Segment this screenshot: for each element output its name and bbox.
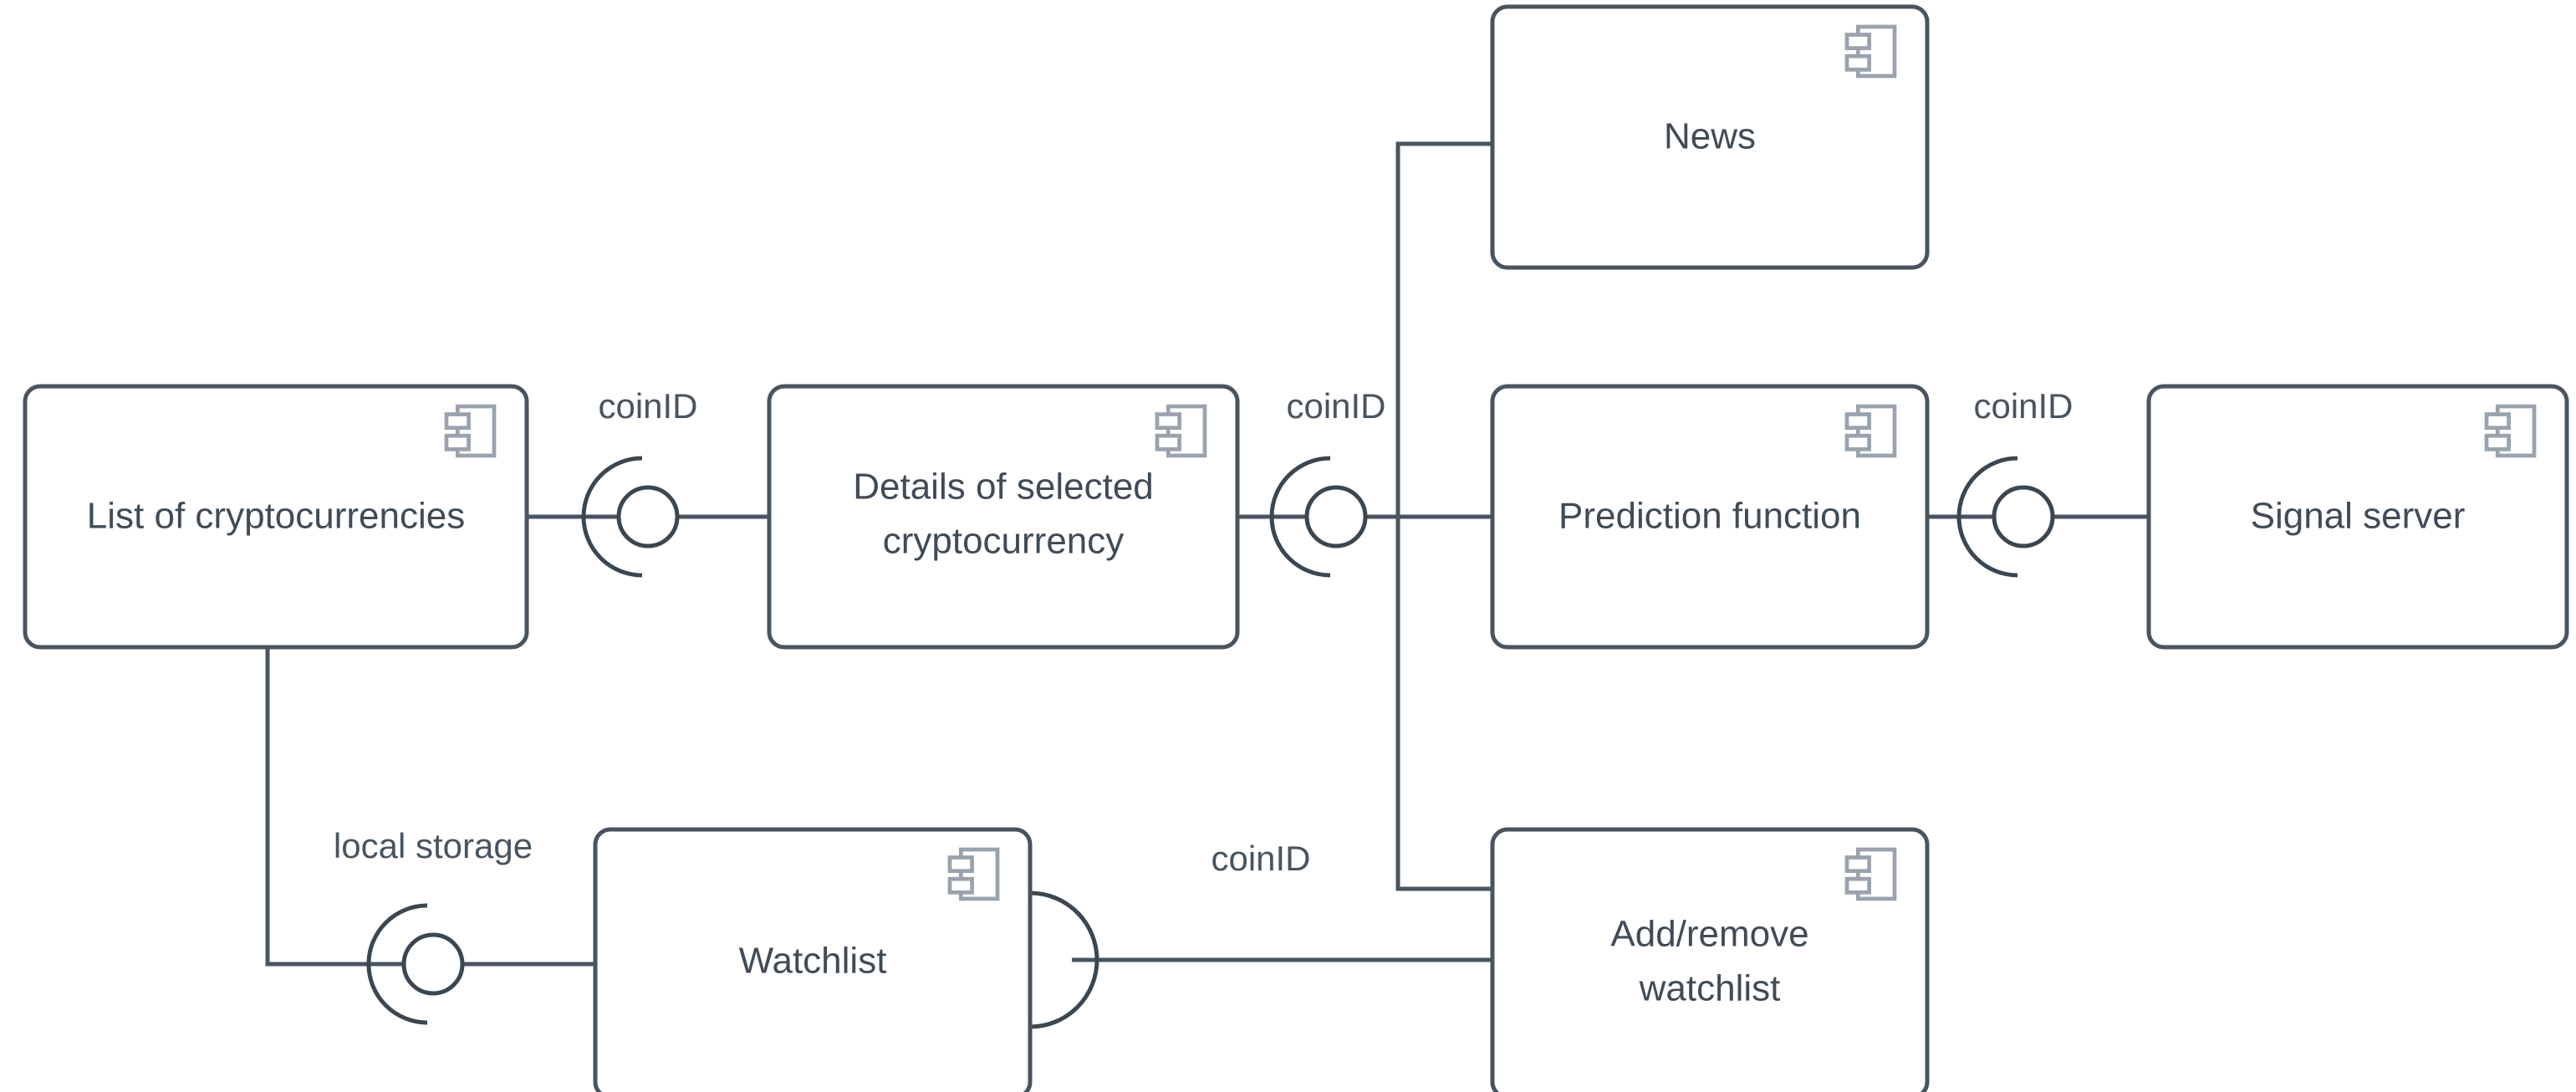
ball-icon (616, 485, 680, 549)
connection-trunk-to-news (1395, 141, 1492, 517)
component-label-line1: Add/remove (1610, 914, 1808, 955)
ball-icon (401, 932, 465, 996)
component-label: Prediction function (1558, 496, 1861, 537)
component-news[interactable]: News (1490, 4, 1930, 270)
component-add-remove-watchlist[interactable]: Add/remove watchlist (1490, 827, 1930, 1092)
component-label-line2: cryptocurrency (883, 521, 1125, 562)
connection-trunk-to-add-remove (1395, 517, 1492, 891)
interface-label-coinid-prediction-signal: coinID (1973, 386, 2073, 426)
diagram-canvas: List of cryptocurrencies Details of sele… (23, 4, 2569, 1092)
component-label: Watchlist (739, 941, 887, 982)
ball-icon (1992, 485, 2055, 549)
interface-label-coinid-list-details: coinID (598, 386, 697, 426)
interface-label-coinid-watchlist-addremove: coinID (1211, 839, 1310, 878)
interface-label-local-storage: local storage (334, 826, 533, 865)
component-signal-server[interactable]: Signal server (2146, 384, 2569, 650)
component-list-of-cryptocurrencies[interactable]: List of cryptocurrencies (23, 384, 529, 650)
interface-label-coinid-details-branch: coinID (1286, 386, 1385, 426)
component-prediction-function[interactable]: Prediction function (1490, 384, 1930, 650)
component-label-line1: Details of selected (853, 467, 1154, 508)
ball-icon (1304, 485, 1368, 549)
component-details-of-selected-cryptocurrency[interactable]: Details of selected cryptocurrency (767, 384, 1240, 650)
component-label: List of cryptocurrencies (87, 496, 465, 537)
uml-component-diagram: List of cryptocurrencies Details of sele… (0, 0, 2576, 1092)
component-label-line2: watchlist (1639, 968, 1781, 1009)
component-watchlist[interactable]: Watchlist (593, 827, 1033, 1092)
connection-list-down-to-local-storage (265, 647, 402, 967)
component-label: Signal server (2251, 496, 2466, 537)
component-label: News (1664, 116, 1756, 157)
